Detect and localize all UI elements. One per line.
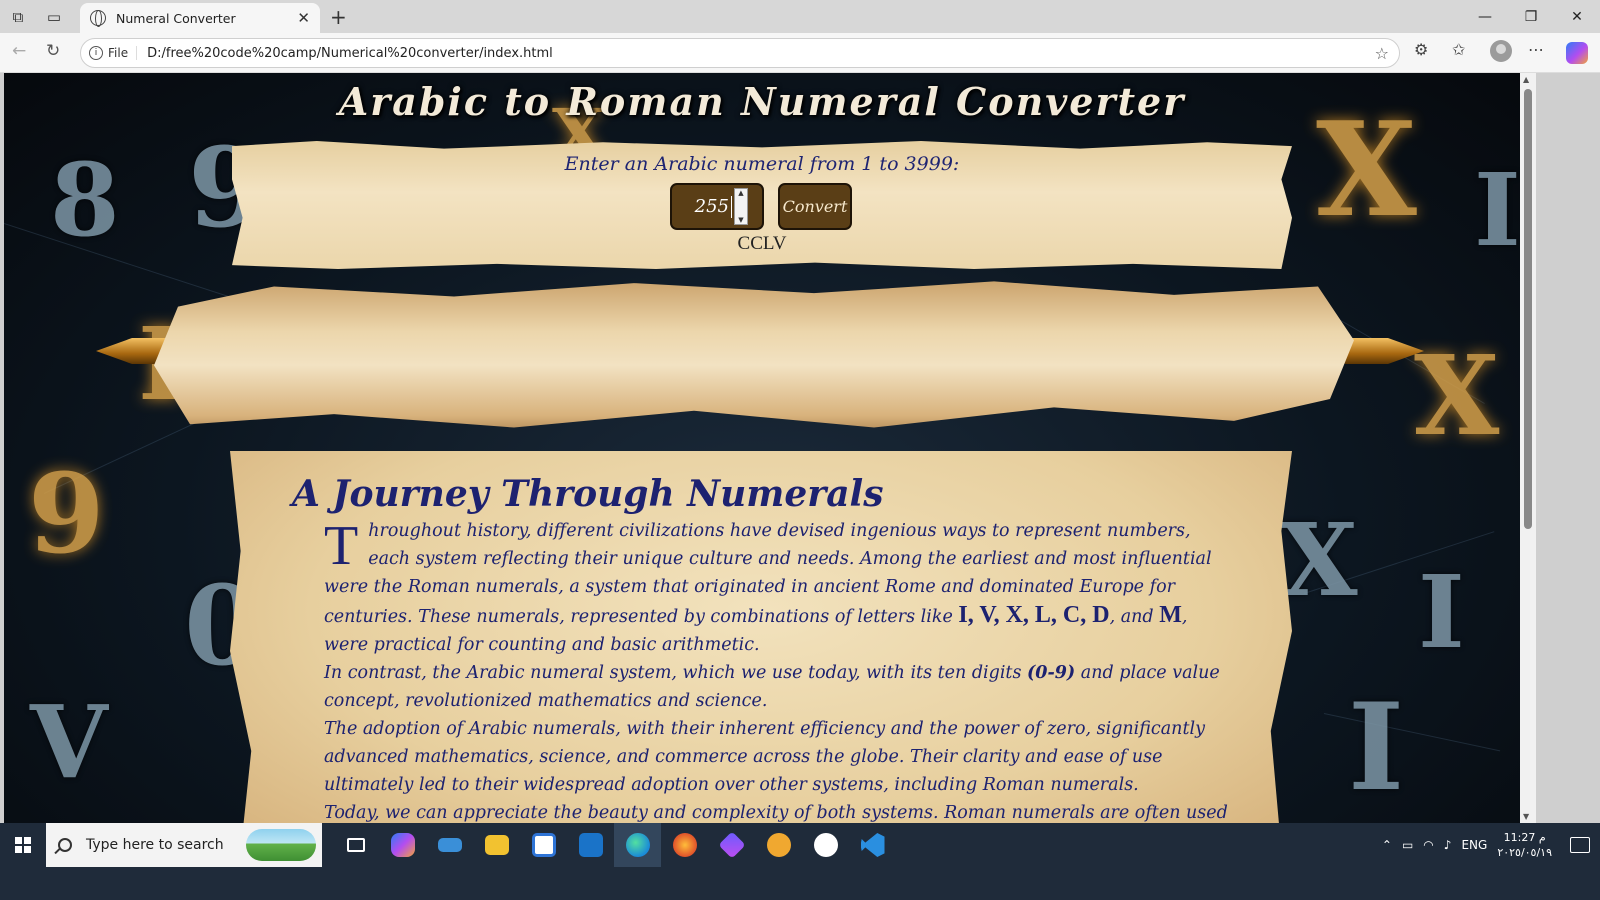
page-title: Arabic to Roman Numeral Converter xyxy=(338,79,1186,124)
search-icon xyxy=(58,838,72,852)
toolbar-tools: ⚙ xyxy=(1414,40,1428,59)
medal-app-icon[interactable] xyxy=(755,823,802,867)
copilot-wrap xyxy=(1566,42,1588,64)
tab-actions-icon[interactable]: ▭ xyxy=(36,0,72,33)
bg-numeral: I xyxy=(1474,151,1520,269)
favorites-icon[interactable]: ✩ xyxy=(1452,40,1465,59)
profile-wrap xyxy=(1490,40,1512,62)
more-wrap: ⋯ xyxy=(1528,40,1544,59)
address-url[interactable]: D:/free%20code%20camp/Numerical%20conver… xyxy=(147,46,553,61)
chevron-up-icon[interactable]: ⌃ xyxy=(1382,838,1392,852)
convert-button[interactable]: Convert xyxy=(778,183,852,230)
bg-numeral: X xyxy=(1414,331,1500,460)
tab-title: Numeral Converter xyxy=(116,10,236,26)
article-paragraph: The adoption of Arabic numerals, with th… xyxy=(324,719,1205,795)
clock-time: 11:27 م xyxy=(1503,831,1546,844)
article-parchment: A Journey Through Numerals Throughout hi… xyxy=(230,451,1292,823)
roman-letter-m: M xyxy=(1159,602,1182,628)
paragraph-text: In contrast, the Arabic numeral system, … xyxy=(324,663,1022,683)
bg-numeral: V xyxy=(30,683,108,801)
page-viewport: 8 9 I 9 0 V X X I X X I I Arabic to Roma… xyxy=(4,73,1520,823)
roman-letters: I, V, X, L, C, D xyxy=(958,602,1110,628)
article-paragraph: In contrast, the Arabic numeral system, … xyxy=(324,659,1228,715)
stepper-up-icon[interactable]: ▲ xyxy=(738,189,743,197)
number-stepper[interactable]: ▲ ▼ xyxy=(734,188,748,225)
text-caret xyxy=(731,195,732,218)
media-app-icon[interactable] xyxy=(708,823,755,867)
article-heading: A Journey Through Numerals xyxy=(292,473,884,515)
file-explorer-icon[interactable] xyxy=(473,823,520,867)
number-input-value[interactable]: 255 xyxy=(695,196,729,217)
input-prompt: Enter an Arabic numeral from 1 to 3999: xyxy=(564,153,960,175)
new-tab-icon[interactable]: + xyxy=(330,5,347,29)
restore-icon[interactable]: ❐ xyxy=(1508,0,1554,33)
article-paragraph: Throughout history, different civilizati… xyxy=(324,517,1228,659)
converter-panel: Enter an Arabic numeral from 1 to 3999: … xyxy=(232,141,1292,269)
copilot-app-icon[interactable] xyxy=(379,823,426,867)
stepper-down-icon[interactable]: ▼ xyxy=(738,216,743,224)
close-icon[interactable]: ✕ xyxy=(297,9,310,27)
vertical-scrollbar[interactable]: ▲ ▼ xyxy=(1520,73,1536,823)
search-placeholder: Type here to search xyxy=(86,837,224,853)
workspaces-icon[interactable]: ⧉ xyxy=(0,0,36,33)
browser-toolbar: ← ↻ i File D:/free%20code%20camp/Numeric… xyxy=(0,33,1600,73)
minimize-icon[interactable]: — xyxy=(1462,0,1508,33)
bg-numeral: X xyxy=(1280,501,1358,619)
profile-icon[interactable] xyxy=(1490,40,1512,62)
vscode-icon[interactable] xyxy=(849,823,896,867)
paragraph-text: , and xyxy=(1109,607,1154,627)
device-icon[interactable]: ▭ xyxy=(1402,838,1413,852)
globe-icon xyxy=(90,10,106,27)
window-close-icon[interactable]: ✕ xyxy=(1554,0,1600,33)
bg-numeral: 9 xyxy=(28,449,105,578)
start-button[interactable] xyxy=(0,823,46,867)
clock-date: ٢٠٢٥/٠٥/١٩ xyxy=(1497,846,1552,859)
scroll-up-icon[interactable]: ▲ xyxy=(1523,75,1529,84)
conversion-result: CCLV xyxy=(737,233,787,254)
site-info[interactable]: i File xyxy=(89,46,138,60)
language-indicator[interactable]: ENG xyxy=(1461,838,1487,852)
refresh-icon[interactable]: ↻ xyxy=(46,41,60,61)
address-bar[interactable]: i File D:/free%20code%20camp/Numerical%2… xyxy=(80,38,1400,68)
browser-tab[interactable]: Numeral Converter ✕ xyxy=(80,3,320,33)
info-icon: i xyxy=(89,46,103,60)
clock[interactable]: 11:27 م ٢٠٢٥/٠٥/١٩ xyxy=(1497,830,1552,860)
window-controls: — ❐ ✕ xyxy=(1462,0,1600,33)
back-icon[interactable]: ← xyxy=(12,41,26,61)
taskbar-apps xyxy=(332,823,896,867)
volume-icon[interactable]: ♪ xyxy=(1444,838,1452,852)
system-tray: ⌃ ▭ ◠ ♪ ENG 11:27 م ٢٠٢٥/٠٥/١٩ xyxy=(1382,823,1600,867)
drop-cap: T xyxy=(324,515,359,577)
scrollbar-thumb[interactable] xyxy=(1524,89,1532,529)
number-input[interactable]: 255 ▲ ▼ xyxy=(670,183,764,230)
whatsapp-icon[interactable] xyxy=(802,823,849,867)
taskbar-search[interactable]: Type here to search xyxy=(46,823,322,867)
store-icon[interactable] xyxy=(520,823,567,867)
article: A Journey Through Numerals Throughout hi… xyxy=(288,473,1228,823)
task-view-icon[interactable] xyxy=(332,823,379,867)
extensions-icon[interactable]: ⚙ xyxy=(1414,40,1428,59)
scroll-down-icon[interactable]: ▼ xyxy=(1523,812,1529,821)
firefox-icon[interactable] xyxy=(661,823,708,867)
arabic-digits: (0-9) xyxy=(1027,663,1076,683)
bg-numeral: 8 xyxy=(50,141,120,259)
taskbar: Type here to search ⌃ ▭ ◠ ♪ ENG 11:27 م xyxy=(0,823,1600,900)
outlook-icon[interactable] xyxy=(567,823,614,867)
star-icon[interactable]: ☆ xyxy=(1375,44,1389,63)
bg-numeral: I xyxy=(1418,553,1465,671)
cloud-app-icon[interactable] xyxy=(426,823,473,867)
edge-icon[interactable] xyxy=(614,823,661,867)
scroll-roll xyxy=(154,281,1354,428)
address-scheme: File xyxy=(108,46,129,60)
windows-icon xyxy=(15,837,31,853)
wifi-icon[interactable]: ◠ xyxy=(1423,838,1433,852)
copilot-icon[interactable] xyxy=(1566,42,1588,64)
bg-numeral: I xyxy=(1348,677,1405,818)
notification-icon[interactable] xyxy=(1570,837,1590,853)
favorites: ✩ xyxy=(1452,40,1465,59)
search-highlight-image xyxy=(246,829,316,861)
more-icon[interactable]: ⋯ xyxy=(1528,40,1544,59)
article-paragraph: Today, we can appreciate the beauty and … xyxy=(324,803,1228,823)
